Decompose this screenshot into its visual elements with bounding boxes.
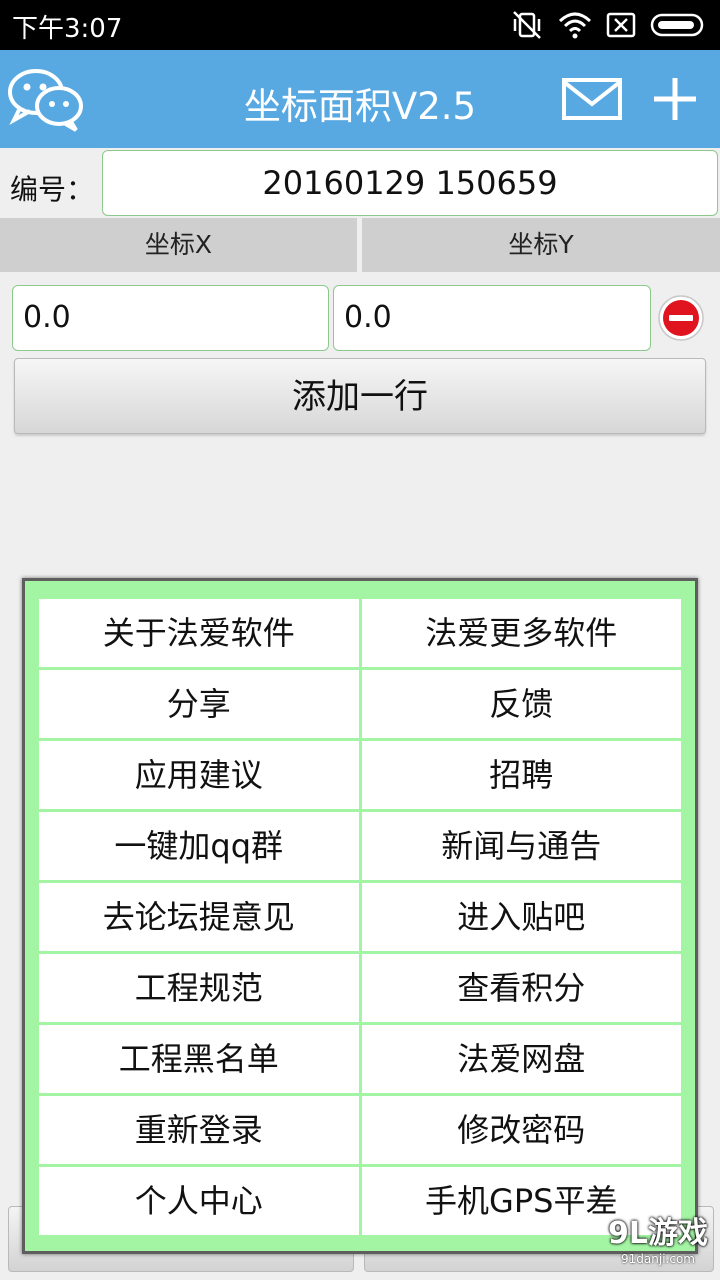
menu-item-change-password[interactable]: 修改密码 bbox=[361, 1096, 681, 1164]
popup-menu: 关于法爱软件 法爱更多软件 分享 反馈 应用建议 招聘 一键加qq群 新闻与通告… bbox=[22, 578, 698, 1254]
id-field[interactable]: 20160129 150659 bbox=[102, 150, 718, 216]
id-label: 编号： bbox=[10, 173, 95, 206]
wifi-icon bbox=[558, 11, 592, 39]
coord-x-input[interactable]: 0.0 bbox=[12, 285, 329, 351]
menu-item-more-apps[interactable]: 法爱更多软件 bbox=[361, 599, 681, 667]
menu-item-share[interactable]: 分享 bbox=[39, 670, 359, 738]
battery-icon bbox=[650, 12, 706, 38]
menu-item-join-qq-group[interactable]: 一键加qq群 bbox=[39, 812, 359, 880]
menu-item-relogin[interactable]: 重新登录 bbox=[39, 1096, 359, 1164]
menu-item-jobs[interactable]: 招聘 bbox=[361, 741, 681, 809]
mail-icon[interactable] bbox=[562, 78, 622, 120]
watermark-main: 9L游戏 bbox=[608, 1216, 708, 1251]
add-row-button[interactable]: 添加一行 bbox=[14, 358, 706, 434]
vibrate-off-icon bbox=[510, 10, 544, 40]
column-header-x: 坐标X bbox=[0, 218, 357, 272]
plus-icon[interactable] bbox=[650, 74, 700, 124]
menu-item-netdisk[interactable]: 法爱网盘 bbox=[361, 1025, 681, 1093]
status-icons bbox=[510, 9, 706, 41]
menu-item-about[interactable]: 关于法爱软件 bbox=[39, 599, 359, 667]
remove-row-icon[interactable] bbox=[657, 294, 705, 342]
menu-item-standards[interactable]: 工程规范 bbox=[39, 954, 359, 1022]
coord-y-input[interactable]: 0.0 bbox=[333, 285, 651, 351]
watermark-sub: 91danji.com bbox=[621, 1252, 695, 1266]
menu-grid: 关于法爱软件 法爱更多软件 分享 反馈 应用建议 招聘 一键加qq群 新闻与通告… bbox=[39, 599, 681, 1235]
site-watermark: 9L游戏 91danji.com bbox=[608, 1208, 708, 1266]
menu-item-points[interactable]: 查看积分 bbox=[361, 954, 681, 1022]
menu-item-forum[interactable]: 去论坛提意见 bbox=[39, 883, 359, 951]
menu-item-suggestion[interactable]: 应用建议 bbox=[39, 741, 359, 809]
menu-item-feedback[interactable]: 反馈 bbox=[361, 670, 681, 738]
status-bar: 下午3:07 bbox=[0, 0, 720, 50]
status-time: 下午3:07 bbox=[12, 14, 123, 44]
column-header-y: 坐标Y bbox=[362, 218, 720, 272]
menu-item-profile[interactable]: 个人中心 bbox=[39, 1167, 359, 1235]
menu-item-blacklist[interactable]: 工程黑名单 bbox=[39, 1025, 359, 1093]
app-bar: 坐标面积V2.5 bbox=[0, 50, 720, 148]
menu-item-tieba[interactable]: 进入贴吧 bbox=[361, 883, 681, 951]
sim-off-icon bbox=[606, 12, 636, 38]
menu-item-news[interactable]: 新闻与通告 bbox=[361, 812, 681, 880]
